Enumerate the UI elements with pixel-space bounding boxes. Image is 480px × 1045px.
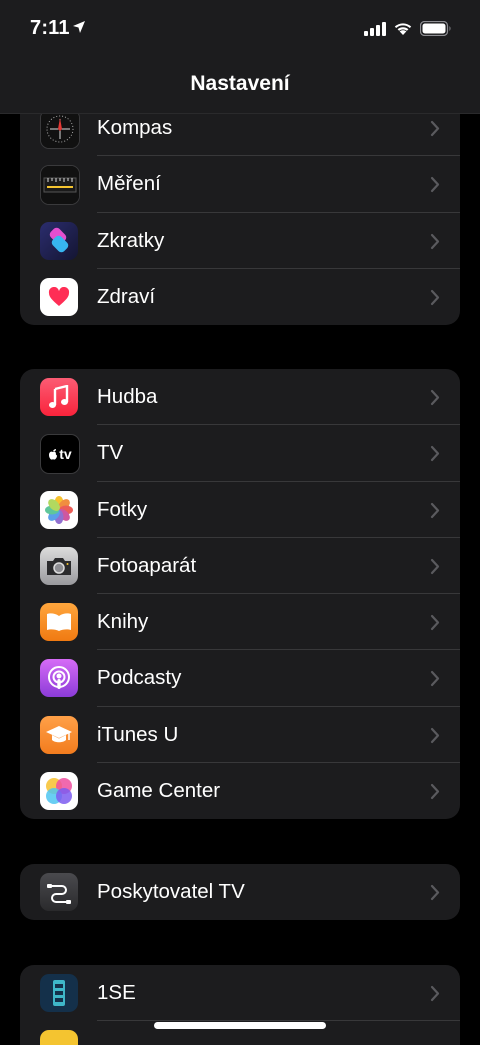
chevron-right-icon	[430, 985, 440, 1007]
settings-row-shortcuts[interactable]: Zkratky	[20, 213, 460, 269]
signal-icon	[364, 21, 386, 41]
settings-row-1se[interactable]: 1SE	[20, 965, 460, 1022]
settings-row-photos[interactable]: Fotky	[20, 482, 460, 538]
chevron-right-icon	[430, 389, 440, 411]
settings-row-label: Zkratky	[97, 228, 165, 252]
wifi-icon	[393, 21, 413, 41]
1se-icon	[40, 974, 78, 1012]
settings-row-label: Fotoaparát	[97, 553, 197, 577]
settings-row-books[interactable]: Knihy	[20, 594, 460, 651]
settings-row-label: Měření	[97, 172, 161, 196]
settings-group-3: Poskytovatel TV	[20, 864, 460, 921]
settings-group-4: 1SE	[20, 965, 460, 1045]
tv-icon-text: tv	[59, 446, 72, 463]
settings-row-label: 1SE	[97, 981, 136, 1004]
camera-icon	[40, 546, 78, 585]
game-center-icon	[40, 772, 78, 811]
settings-row-label: Fotky	[97, 497, 148, 521]
settings-row-camera[interactable]: Fotoaparát	[20, 538, 460, 595]
photos-icon	[40, 490, 78, 529]
app-icon	[40, 1030, 78, 1045]
chevron-right-icon	[430, 783, 440, 805]
settings-group-1: Kompas Měření Zkratky Zdraví	[20, 100, 460, 326]
settings-row-measure[interactable]: Měření	[20, 156, 460, 213]
podcasts-icon	[40, 659, 78, 698]
chevron-right-icon	[430, 614, 440, 636]
battery-icon	[419, 20, 452, 41]
shortcuts-icon	[40, 221, 78, 260]
tv-icon: tv	[40, 434, 80, 475]
settings-row-label: Knihy	[97, 610, 149, 634]
chevron-right-icon	[430, 727, 440, 749]
settings-row-tv[interactable]: tv TV	[20, 425, 460, 482]
settings-row-health[interactable]: Zdraví	[20, 269, 460, 325]
music-icon	[40, 378, 78, 416]
settings-row-game-center[interactable]: Game Center	[20, 763, 460, 819]
navigation-bar: Nastavení	[0, 58, 480, 114]
status-icons	[364, 20, 452, 41]
settings-row-label: Podcasty	[97, 666, 182, 690]
home-indicator[interactable]	[154, 1022, 326, 1029]
settings-row-tv-provider[interactable]: Poskytovatel TV	[20, 864, 460, 920]
status-bar: 7:11	[0, 0, 480, 58]
chevron-right-icon	[430, 502, 440, 524]
settings-group-2: Hudba tv TV Fotky Fotoaparát Knihy Podca…	[20, 369, 460, 820]
chevron-right-icon	[430, 289, 440, 311]
chevron-right-icon	[430, 884, 440, 906]
settings-row-podcasts[interactable]: Podcasty	[20, 650, 460, 707]
chevron-right-icon	[430, 558, 440, 580]
settings-row-label: Poskytovatel TV	[97, 880, 245, 903]
chevron-right-icon	[430, 670, 440, 692]
tv-provider-icon	[40, 873, 78, 911]
settings-row-label: TV	[97, 441, 124, 465]
chevron-right-icon	[430, 445, 440, 467]
chevron-right-icon	[430, 120, 440, 142]
settings-row-music[interactable]: Hudba	[20, 369, 460, 426]
settings-row-label: iTunes U	[97, 722, 179, 746]
settings-row-label: Game Center	[97, 779, 221, 803]
status-time: 7:11	[30, 17, 70, 39]
page-title: Nastavení	[190, 72, 290, 95]
settings-row-label: Hudba	[97, 385, 158, 408]
measure-icon	[40, 165, 80, 206]
compass-icon	[40, 109, 80, 149]
chevron-right-icon	[430, 233, 440, 255]
health-icon	[40, 277, 78, 316]
location-arrow-icon	[72, 20, 86, 39]
settings-row-itunes-u[interactable]: iTunes U	[20, 707, 460, 764]
settings-row-label: Zdraví	[97, 284, 156, 308]
itunes-u-icon	[40, 715, 78, 754]
chevron-right-icon	[430, 176, 440, 198]
books-icon	[40, 603, 78, 642]
